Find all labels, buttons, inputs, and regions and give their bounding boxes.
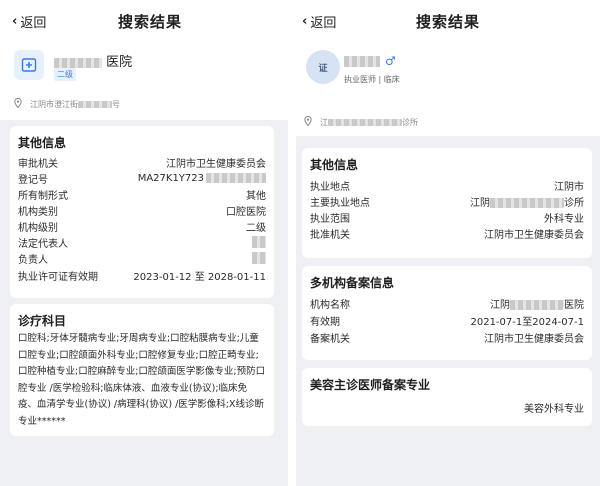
doctor-name: ♂ bbox=[344, 54, 396, 68]
redacted-text bbox=[328, 118, 402, 126]
redacted-text bbox=[510, 299, 564, 310]
card-title: 诊疗科目 bbox=[18, 314, 67, 328]
info-row: 登记号 MA27K1Y723 bbox=[18, 171, 266, 186]
card-title: 其他信息 bbox=[18, 136, 67, 150]
info-row: 审批机关 江阴市卫生健康委员会 bbox=[18, 158, 266, 170]
org-name-suffix: 医院 bbox=[106, 55, 133, 70]
redacted-text bbox=[54, 57, 102, 68]
hospital-icon bbox=[14, 50, 44, 80]
avatar: 证 bbox=[306, 50, 340, 84]
male-icon: ♂ bbox=[385, 54, 396, 68]
info-row: 备案机关 江阴市卫生健康委员会 bbox=[310, 333, 584, 345]
info-row: 负责人 bbox=[18, 251, 266, 266]
card-title: 其他信息 bbox=[310, 158, 359, 172]
org-summary[interactable]: 医院 二级 江阴市澄江街 号 bbox=[0, 40, 288, 120]
location-pin-icon bbox=[304, 115, 312, 128]
info-row: 美容外科专业 bbox=[524, 403, 584, 415]
info-row: 机构级别 二级 bbox=[18, 222, 266, 234]
address-prefix: 江 bbox=[320, 117, 328, 127]
other-info-card: 其他信息 审批机关 江阴市卫生健康委员会 登记号 MA27K1Y723 所有制形… bbox=[10, 126, 274, 298]
back-label: 返回 bbox=[20, 16, 47, 31]
doctor-summary[interactable]: 证 ♂ 执业医师 | 临床 江 诊所 bbox=[296, 40, 600, 136]
multi-institution-card: 多机构备案信息 机构名称 江阴 医院 有效期 2021-07-1至2024-07-… bbox=[302, 266, 592, 360]
page-title: 搜索结果 bbox=[118, 13, 183, 31]
left-screen: ‹ 返回 搜索结果 医院 二级 江阴市澄江街号 其他信息 审批机关 江阴市卫生健… bbox=[0, 0, 288, 486]
address-prefix: 江阴市澄江街 bbox=[30, 99, 78, 109]
top-bar: ‹ 返回 搜索结果 bbox=[0, 0, 288, 40]
address: 江 诊所 bbox=[304, 115, 418, 128]
top-bar: ‹ 返回 搜索结果 bbox=[296, 0, 600, 40]
redacted-text bbox=[344, 55, 380, 67]
subjects-card: 诊疗科目 口腔科;牙体牙髓病专业;牙周病专业;口腔粘膜病专业;儿童口腔专业;口腔… bbox=[10, 304, 274, 436]
doctor-role: 执业医师 | 临床 bbox=[344, 75, 400, 84]
address-suffix: 号 bbox=[112, 99, 120, 109]
chevron-left-icon: ‹ bbox=[12, 14, 18, 29]
redacted-text bbox=[78, 100, 112, 108]
other-info-card: 其他信息 执业地点 江阴市 主要执业地点 江阴 诊所 执业范围 外科专业 批准机关… bbox=[302, 148, 592, 258]
right-screen: ‹ 返回 搜索结果 证 ♂ 执业医师 | 临床 江 诊所 其他信息 执业地点 江阴… bbox=[296, 0, 600, 486]
card-title: 多机构备案信息 bbox=[310, 276, 395, 290]
info-row: 主要执业地点 江阴 诊所 bbox=[310, 197, 584, 209]
info-row: 有效期 2021-07-1至2024-07-1 bbox=[310, 316, 584, 328]
address: 江阴市澄江街 号 bbox=[14, 97, 120, 110]
info-row: 执业范围 外科专业 bbox=[310, 213, 584, 225]
back-label: 返回 bbox=[310, 16, 337, 31]
chevron-left-icon: ‹ bbox=[302, 14, 308, 29]
back-button[interactable]: ‹ 返回 bbox=[302, 12, 336, 31]
info-row: 批准机关 江阴市卫生健康委员会 bbox=[310, 229, 584, 241]
info-row: 执业许可证有效期 2023-01-12 至 2028-01-11 bbox=[18, 271, 266, 283]
back-button[interactable]: ‹ 返回 bbox=[12, 12, 46, 31]
redacted-text bbox=[490, 197, 564, 208]
level-badge: 二级 bbox=[54, 68, 76, 81]
info-row: 所有制形式 其他 bbox=[18, 190, 266, 202]
redacted-text bbox=[252, 236, 266, 248]
location-pin-icon bbox=[14, 97, 22, 110]
info-row: 法定代表人 bbox=[18, 235, 266, 250]
info-row: 机构类别 口腔医院 bbox=[18, 206, 266, 218]
redacted-text bbox=[206, 172, 266, 183]
info-row: 机构名称 江阴 医院 bbox=[310, 299, 584, 311]
beauty-card: 美容主诊医师备案专业 美容外科专业 bbox=[302, 368, 592, 426]
info-row: 执业地点 江阴市 bbox=[310, 181, 584, 193]
subjects-text: 口腔科;牙体牙髓病专业;牙周病专业;口腔粘膜病专业;儿童口腔专业;口腔颌面外科专… bbox=[18, 333, 266, 427]
redacted-text bbox=[252, 252, 266, 264]
address-suffix: 诊所 bbox=[402, 117, 418, 127]
card-title: 美容主诊医师备案专业 bbox=[310, 378, 431, 392]
page-title: 搜索结果 bbox=[416, 13, 481, 31]
